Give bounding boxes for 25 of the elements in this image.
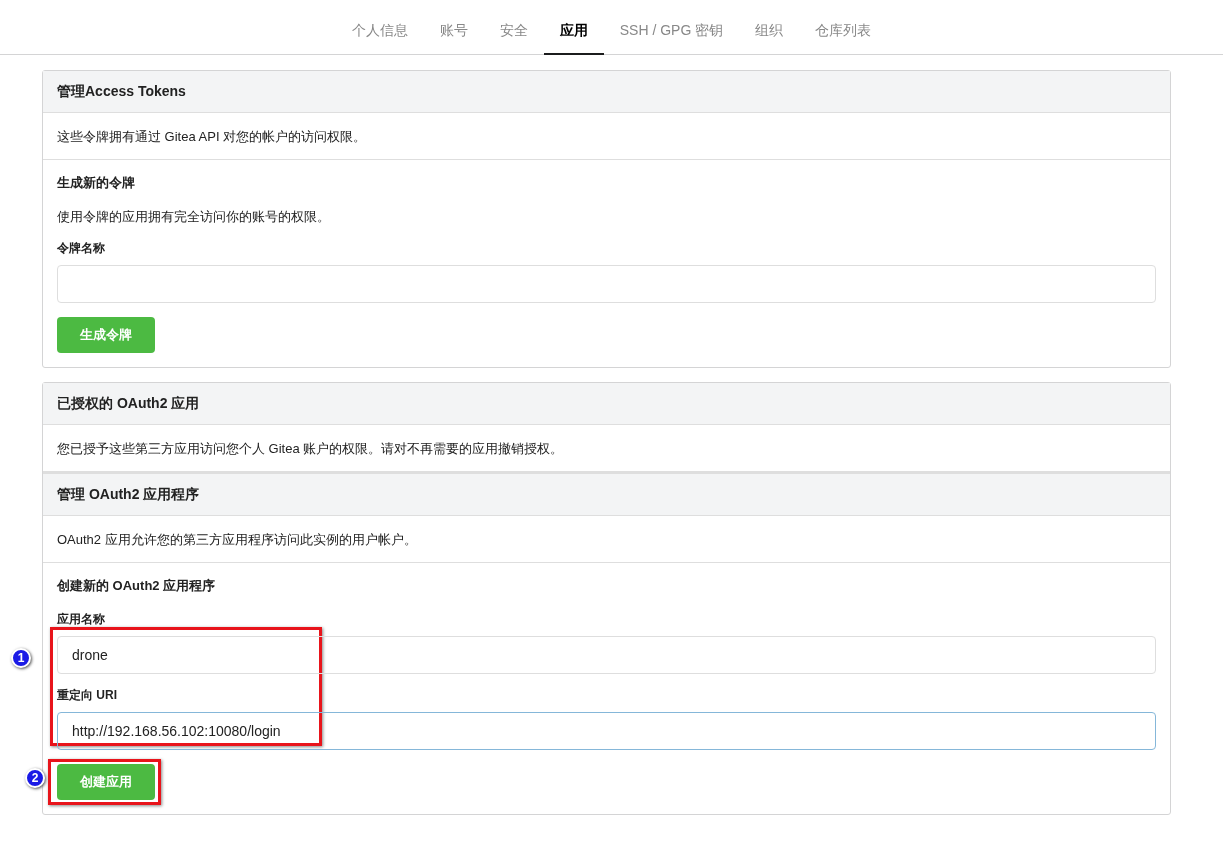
section-description: OAuth2 应用允许您的第三方应用程序访问此实例的用户帐户。: [57, 532, 417, 547]
settings-tab[interactable]: 组织: [739, 10, 800, 55]
step-marker: 1: [11, 647, 31, 668]
text-field[interactable]: drone: [57, 635, 1156, 674]
text-field[interactable]: http://192.168.56.102:10080/login: [57, 711, 1156, 750]
section-header: 管理 OAuth2 应用程序: [43, 474, 1170, 516]
settings-tab[interactable]: SSH / GPG 密钥: [603, 10, 740, 55]
create-app-button[interactable]: 创建应用: [57, 763, 155, 800]
generate-token-button[interactable]: 生成令牌: [57, 317, 155, 353]
form-hint: 使用令牌的应用拥有完全访问你的账号的权限。: [57, 207, 331, 226]
section-description: 这些令牌拥有通过 Gitea API 对您的帐户的访问权限。: [57, 129, 367, 144]
field-label: 应用名称: [57, 610, 106, 628]
form-title: 创建新的 OAuth2 应用程序: [57, 577, 217, 595]
settings-tab[interactable]: 应用: [543, 10, 604, 55]
field-label: 重定向 URI: [57, 686, 118, 704]
settings-tab[interactable]: 个人信息: [335, 10, 424, 55]
section-header: 已授权的 OAuth2 应用: [43, 383, 1170, 425]
settings-tab[interactable]: 账号: [423, 10, 484, 55]
section-description: 您已授予这些第三方应用访问您个人 Gitea 账户的权限。请对不再需要的应用撤销授权。: [57, 441, 564, 456]
form-title: 生成新的令牌: [57, 174, 136, 192]
field-label: 令牌名称: [57, 240, 106, 257]
step-marker: 2: [25, 767, 45, 788]
settings-tab[interactable]: 仓库列表: [799, 10, 888, 55]
settings-tab[interactable]: 安全: [483, 10, 544, 55]
section-header: 管理Access Tokens: [43, 71, 1170, 113]
